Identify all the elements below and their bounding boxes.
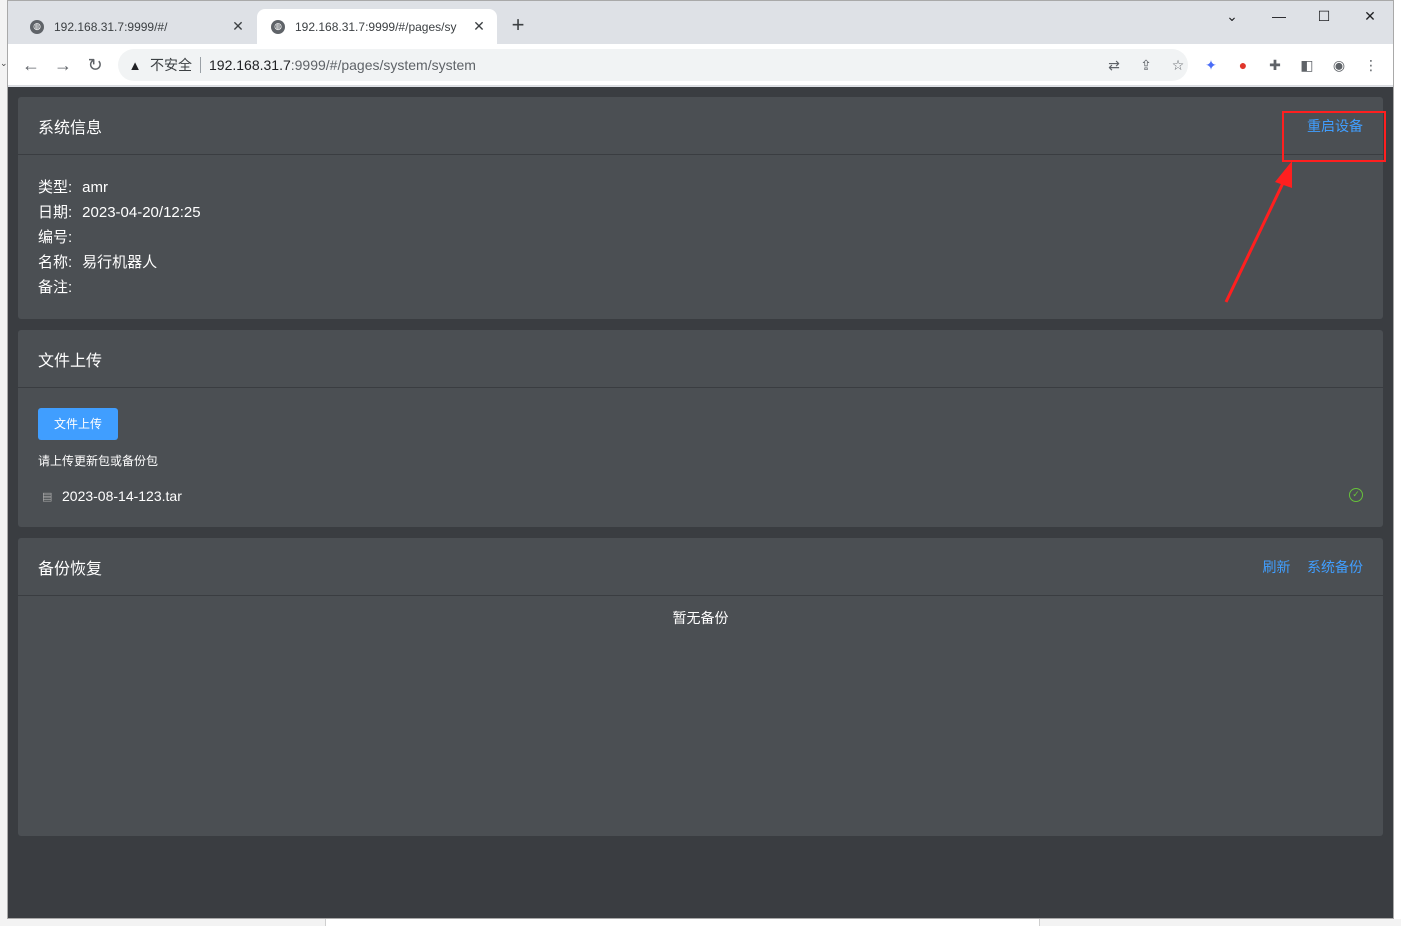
info-value: amr: [82, 179, 109, 196]
globe-icon: ◍: [271, 19, 285, 34]
card-title: 备份恢复: [38, 560, 103, 578]
info-key: 备注:: [38, 279, 73, 296]
tab-title: 192.168.31.7:9999/#/: [54, 19, 168, 34]
info-row-remark: 备注:: [38, 275, 1363, 300]
card-body: 文件上传 请上传更新包或备份包 ▤ 2023-08-14-123.tar ✓: [18, 388, 1383, 529]
chevron-down-icon[interactable]: ⌄: [1217, 5, 1247, 27]
browser-window: ◍ 192.168.31.7:9999/#/ ✕ ◍ 192.168.31.7:…: [7, 0, 1394, 919]
info-row-number: 编号:: [38, 225, 1363, 250]
warning-icon: ▲: [128, 57, 142, 73]
empty-backup-text: 暂无备份: [672, 610, 729, 626]
refresh-button[interactable]: 刷新: [1263, 559, 1291, 575]
profile-icon[interactable]: ◉: [1329, 55, 1349, 75]
annotation-highlight-box: [1282, 111, 1386, 162]
info-value: 易行机器人: [82, 254, 158, 271]
url-host: 192.168.31.7: [209, 57, 291, 73]
share-icon[interactable]: ⇪: [1137, 56, 1155, 74]
info-key: 编号:: [38, 229, 73, 246]
header-actions: 刷新 系统备份: [1251, 557, 1363, 577]
insecure-label: 不安全: [150, 57, 192, 73]
close-window-icon[interactable]: ✕: [1355, 5, 1385, 27]
card-title: 文件上传: [38, 352, 103, 370]
system-info-card: 系统信息 重启设备 类型: amr 日期: 2023-04-20/12:25 编号:…: [18, 97, 1386, 320]
close-icon[interactable]: ✕: [230, 18, 246, 35]
back-icon[interactable]: ←: [18, 52, 44, 78]
info-row-type: 类型: amr: [38, 175, 1363, 200]
left-edge: ⌄: [0, 0, 8, 919]
address-bar[interactable]: ▲ 不安全 192.168.31.7:9999/#/pages/system/s…: [118, 49, 1188, 81]
new-tab-button[interactable]: +: [506, 14, 530, 38]
tab-home[interactable]: ◍ 192.168.31.7:9999/#/ ✕: [16, 9, 256, 44]
success-check-icon: ✓: [1349, 488, 1363, 502]
info-key: 日期:: [38, 204, 73, 221]
card-header: 备份恢复 刷新 系统备份: [18, 538, 1383, 596]
info-value: 2023-04-20/12:25: [82, 204, 201, 221]
browser-toolbar: ← → ↻ ▲ 不安全 192.168.31.7:9999/#/pages/sy…: [8, 44, 1393, 86]
maximize-icon[interactable]: ☐: [1309, 5, 1339, 27]
card-header: 系统信息 重启设备: [18, 97, 1383, 155]
extension-a-icon[interactable]: ✦: [1201, 55, 1221, 75]
globe-icon: ◍: [30, 19, 44, 34]
close-icon[interactable]: ✕: [471, 18, 487, 35]
system-backup-button[interactable]: 系统备份: [1307, 559, 1363, 575]
minimize-icon[interactable]: —: [1264, 5, 1294, 27]
card-body: 类型: amr 日期: 2023-04-20/12:25 编号: 名称: 易行机器人 …: [18, 155, 1383, 320]
file-upload-card: 文件上传 文件上传 请上传更新包或备份包 ▤ 2023-08-14-123.ta…: [18, 330, 1383, 527]
info-row-date: 日期: 2023-04-20/12:25: [38, 200, 1363, 225]
file-upload-button[interactable]: 文件上传: [38, 408, 119, 440]
star-icon[interactable]: ☆: [1169, 56, 1187, 74]
sidepanel-icon[interactable]: ◧: [1297, 55, 1317, 75]
uploaded-file-item[interactable]: ▤ 2023-08-14-123.tar ✓: [38, 483, 1363, 509]
reload-icon[interactable]: ↻: [82, 52, 108, 78]
card-header: 文件上传: [18, 330, 1383, 388]
puzzle-icon[interactable]: ✚: [1265, 55, 1285, 75]
bottom-strip: [0, 919, 1401, 926]
info-row-name: 名称: 易行机器人: [38, 250, 1363, 275]
tab-strip: ◍ 192.168.31.7:9999/#/ ✕ ◍ 192.168.31.7:…: [8, 1, 1393, 44]
page-content: 系统信息 重启设备 类型: amr 日期: 2023-04-20/12:25 编号:…: [8, 87, 1393, 918]
url-path: :9999/#/pages/system/system: [290, 57, 476, 73]
tab-title: 192.168.31.7:9999/#/pages/sy: [295, 19, 457, 34]
upload-tip: 请上传更新包或备份包: [38, 454, 159, 468]
backup-restore-card: 备份恢复 刷新 系统备份 暂无备份: [18, 538, 1383, 836]
forward-icon[interactable]: →: [50, 52, 76, 78]
document-icon: ▤: [42, 491, 53, 503]
info-key: 名称:: [38, 254, 73, 271]
menu-icon[interactable]: ⋮: [1361, 55, 1381, 75]
extension-b-icon[interactable]: ●: [1233, 55, 1253, 75]
file-name: 2023-08-14-123.tar: [62, 488, 182, 504]
card-title: 系统信息: [38, 119, 103, 137]
tab-system[interactable]: ◍ 192.168.31.7:9999/#/pages/sy ✕: [257, 9, 497, 44]
info-key: 类型:: [38, 179, 73, 196]
divider: [200, 57, 201, 73]
translate-icon[interactable]: ⇄: [1105, 56, 1123, 74]
